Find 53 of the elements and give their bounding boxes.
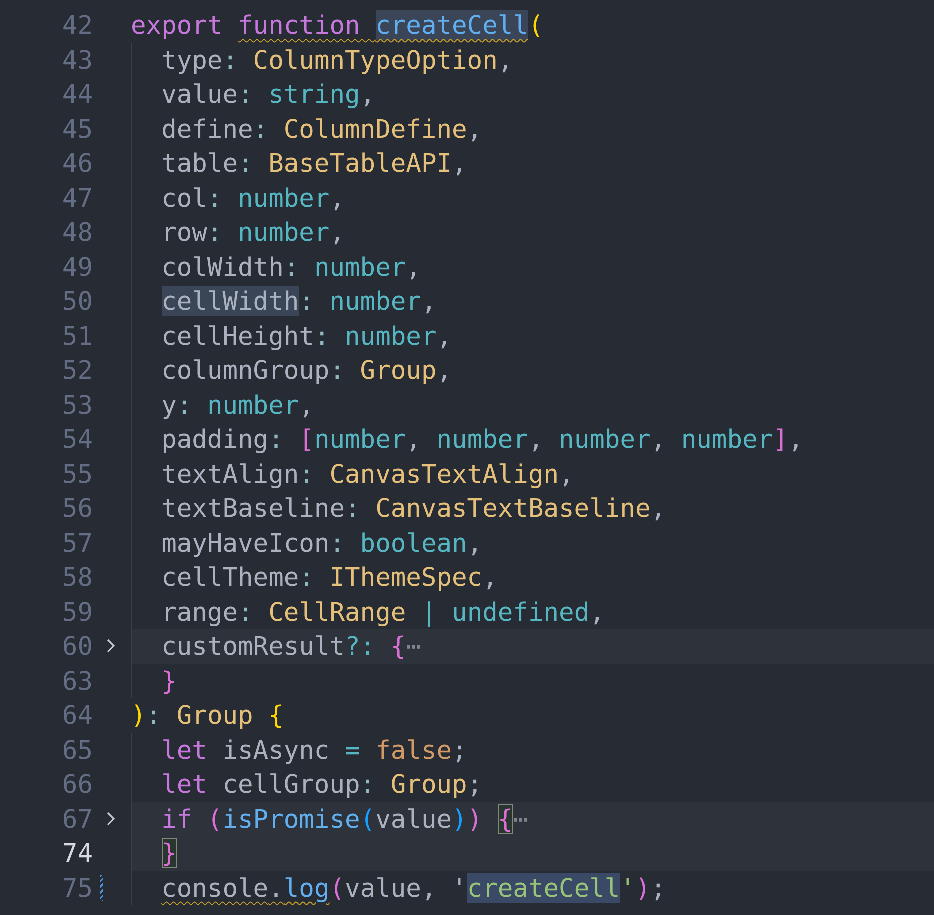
line-number: 52 <box>61 355 93 386</box>
code-line: type: ColumnTypeOption, <box>162 44 514 75</box>
code-line: columnGroup: Group, <box>162 355 452 386</box>
code-line: ): Group { <box>131 700 284 730</box>
line-number: 56 <box>61 493 93 524</box>
line-number: 43 <box>61 44 93 75</box>
line-number: 65 <box>61 734 93 765</box>
code-line: colWidth: number, <box>162 252 422 282</box>
code-line: value: string, <box>162 79 376 110</box>
code-line: table: BaseTableAPI, <box>162 148 468 178</box>
code-line: export function createCell( <box>131 10 544 40</box>
line-number: 54 <box>61 424 93 454</box>
line-number: 42 <box>61 10 93 40</box>
code-line: cellHeight: number, <box>162 320 452 351</box>
code-line: row: number, <box>162 217 346 248</box>
code-line: mayHaveIcon: boolean, <box>162 528 483 558</box>
line-number: 53 <box>61 390 93 420</box>
line-number: 46 <box>61 148 93 178</box>
chevron-icon[interactable] <box>105 638 117 654</box>
line-number: 67 <box>61 804 93 834</box>
line-number: 75 <box>61 872 93 903</box>
code-line: customResult?: {⋯ <box>162 631 422 662</box>
line-number: 74 <box>61 838 93 868</box>
code-line: y: number, <box>162 390 314 420</box>
code-line: console.log(value, 'createCell'); <box>162 872 666 903</box>
code-line: cellTheme: IThemeSpec, <box>162 562 498 592</box>
code-line: define: ColumnDefine, <box>162 114 483 144</box>
line-number: 49 <box>61 252 93 282</box>
line-number: 58 <box>61 562 93 592</box>
line-number: 59 <box>61 596 93 627</box>
code-line: let isAsync = false; <box>162 734 468 765</box>
code-line: col: number, <box>162 182 346 213</box>
code-line: range: CellRange | undefined, <box>162 596 605 627</box>
line-number: 44 <box>61 79 93 110</box>
code-line: padding: [number, number, number, number], <box>162 424 804 454</box>
code-line: textBaseline: CanvasTextBaseline, <box>162 493 666 524</box>
chevron-icon[interactable] <box>105 810 117 826</box>
line-number: 63 <box>61 666 93 696</box>
code-line: } <box>162 666 177 696</box>
line-number: 50 <box>61 286 93 316</box>
line-number: 51 <box>61 320 93 351</box>
line-number: 45 <box>61 114 93 144</box>
line-number: 48 <box>61 217 93 248</box>
change-marker <box>100 874 103 901</box>
code-line: textAlign: CanvasTextAlign, <box>162 458 574 489</box>
line-number: 55 <box>61 458 93 489</box>
line-number: 57 <box>61 528 93 558</box>
line-number: 64 <box>61 700 93 730</box>
line-number: 60 <box>61 631 93 662</box>
line-number: 66 <box>61 769 93 800</box>
code-line: if (isPromise(value)) {⋯ <box>162 804 528 834</box>
line-number: 47 <box>61 182 93 213</box>
code-line: let cellGroup: Group; <box>162 769 483 800</box>
